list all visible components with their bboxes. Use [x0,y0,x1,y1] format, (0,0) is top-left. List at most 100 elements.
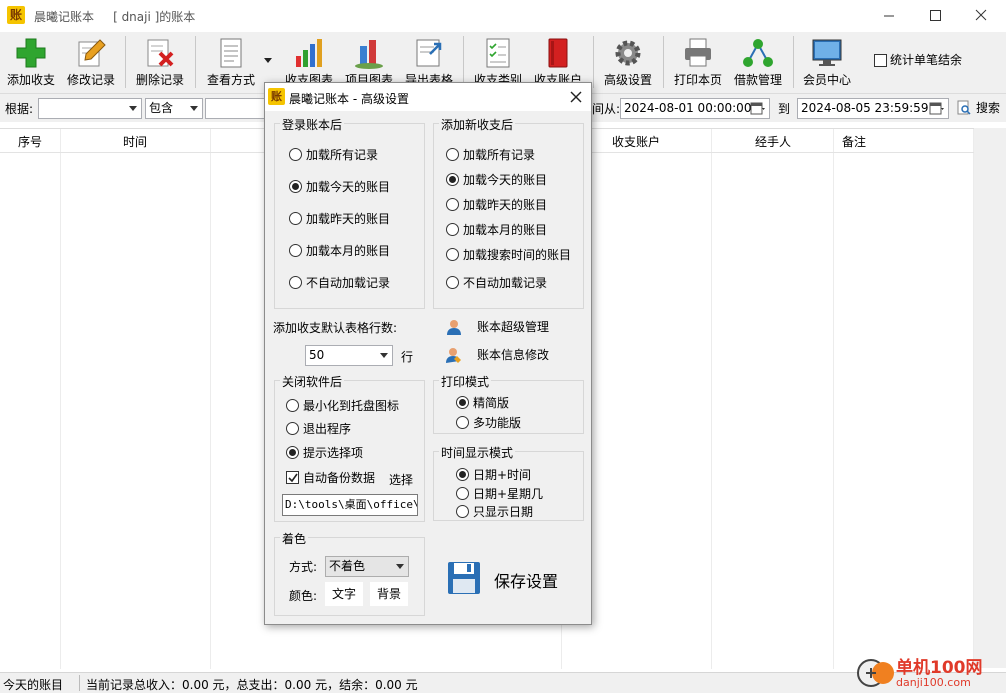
delete-record-button[interactable]: 删除记录 [131,34,189,90]
watermark-url: danji100.com [896,676,971,689]
on-close-group-title: 关闭软件后 [280,373,345,390]
login-option-radio[interactable]: 加载昨天的账目 [289,211,390,227]
radio-circle [289,148,302,161]
background-color-button[interactable]: 背景 [370,582,408,606]
login-option-radio[interactable]: 加载本月的账目 [289,243,390,259]
basis-label: 根据: [5,102,34,116]
on-close-option-radio[interactable]: 退出程序 [286,421,351,437]
on-close-option-label: 退出程序 [303,422,352,436]
toolbar-separator [125,36,126,88]
edit-record-label: 修改记录 [66,73,115,87]
calendar-icon [750,102,765,115]
chevron-down-icon [190,106,198,111]
column-header-note[interactable]: 备注 [842,133,866,150]
close-button[interactable] [958,0,1004,32]
member-center-button[interactable]: 会员中心 [798,34,856,90]
user-icon [447,320,461,335]
advanced-settings-button[interactable]: 高级设置 [599,34,657,90]
minimize-button[interactable] [866,0,912,32]
status-divider [79,675,80,691]
after-add-option-radio[interactable]: 加载今天的账目 [446,172,547,188]
add-record-button[interactable]: 添加收支 [2,34,60,90]
backup-path-input[interactable]: D:\tools\桌面\office\E [282,494,418,516]
title-bar: 账 晨曦记账本 [ dnaji ]的账本 [0,0,1006,32]
login-option-radio[interactable]: 加载所有记录 [289,147,378,163]
time-from-picker[interactable]: 2024-08-01 00:00:00 [620,98,770,119]
after-add-option-radio[interactable]: 加载搜索时间的账目 [446,247,571,263]
login-option-radio[interactable]: 加载今天的账目 [289,179,390,195]
column-header-handler[interactable]: 经手人 [755,133,791,150]
search-button[interactable]: 搜索 [956,98,1000,118]
default-rows-select[interactable]: 50 [305,345,393,366]
time-to-picker[interactable]: 2024-08-05 23:59:59 [797,98,949,119]
save-settings-button[interactable]: 保存设置 [445,557,575,597]
dialog-title-bar: 账 晨曦记账本 - 高级设置 [265,83,591,111]
book-icon [548,38,568,68]
maximize-button[interactable] [912,0,958,32]
on-close-option-radio[interactable]: 提示选择项 [286,445,363,461]
print-mode-radio[interactable]: 多功能版 [456,415,521,431]
window-title: 晨曦记账本 [ dnaji ]的账本 [34,10,196,24]
super-admin-label: 账本超级管理 [477,320,550,334]
stat-balance-checkbox[interactable]: 统计单笔结余 [874,53,962,69]
after-add-option-radio[interactable]: 加载所有记录 [446,147,535,163]
user-edit-icon [446,348,461,363]
toolbar-separator [463,36,464,88]
minimize-icon [884,15,894,17]
column-header-time[interactable]: 时间 [123,133,147,150]
edit-record-button[interactable]: 修改记录 [62,34,120,90]
time-display-radio[interactable]: 日期+星期几 [456,486,543,502]
watermark: 单机100网 danji100.com [854,652,1006,693]
print-mode-radio[interactable]: 精简版 [456,395,509,411]
radio-circle [446,276,459,289]
time-display-radio[interactable]: 只显示日期 [456,504,533,520]
status-view-label: 今天的账目 [3,678,64,692]
maximize-icon [930,10,941,21]
auto-backup-checkbox[interactable]: 自动备份数据 [286,470,375,486]
column-header-account[interactable]: 收支账户 [612,133,660,150]
time-display-label: 日期+星期几 [473,487,544,501]
basis-select[interactable] [38,98,142,119]
checkbox-box [286,471,299,484]
time-display-group: 时间显示模式 日期+时间 日期+星期几 只显示日期 [433,444,584,521]
login-option-radio[interactable]: 不自动加载记录 [289,275,390,291]
text-color-button[interactable]: 文字 [325,582,363,606]
on-close-option-radio[interactable]: 最小化到托盘图标 [286,398,399,414]
coloring-group-title: 着色 [280,530,309,547]
dialog-close-button[interactable] [565,87,587,107]
member-center-label: 会员中心 [802,73,851,87]
edit-icon [78,39,106,67]
print-mode-group-title: 打印模式 [439,373,492,390]
choose-backup-link[interactable]: 选择 [389,471,413,488]
radio-circle [286,422,299,435]
super-admin-button[interactable]: 账本超级管理 [445,318,549,336]
chevron-down-icon [396,564,404,569]
toolbar-separator [663,36,664,88]
time-display-radio[interactable]: 日期+时间 [456,467,531,483]
print-page-button[interactable]: 打印本页 [669,34,727,90]
coloring-group: 着色 方式: 不着色 颜色: 文字 背景 [274,530,425,616]
view-mode-button[interactable]: 查看方式 [201,34,261,90]
column-header-index[interactable]: 序号 [18,133,42,150]
radio-circle [446,223,459,236]
calendar-icon [929,102,944,115]
after-add-option-radio[interactable]: 不自动加载记录 [446,275,547,291]
login-option-label: 不自动加载记录 [306,276,391,290]
match-select[interactable]: 包含 [145,98,203,119]
time-from-value: 2024-08-01 00:00:00 [624,101,752,115]
bar-chart-icon [296,39,322,67]
after-add-option-label: 加载所有记录 [463,148,536,162]
coloring-mode-value: 不着色 [329,559,366,573]
coloring-mode-select[interactable]: 不着色 [325,556,409,577]
time-to-value: 2024-08-05 23:59:59 [801,101,929,115]
view-mode-dropdown-icon[interactable] [264,58,272,63]
table-column [61,129,211,669]
after-add-option-radio[interactable]: 加载本月的账目 [446,222,547,238]
loan-management-label: 借款管理 [733,73,782,87]
dialog-app-icon: 账 [268,88,285,105]
loan-management-button[interactable]: 借款管理 [729,34,787,90]
radio-circle-selected [456,396,469,409]
keyword-input[interactable] [205,98,265,119]
after-add-option-radio[interactable]: 加载昨天的账目 [446,197,547,213]
info-edit-button[interactable]: 账本信息修改 [445,346,549,364]
